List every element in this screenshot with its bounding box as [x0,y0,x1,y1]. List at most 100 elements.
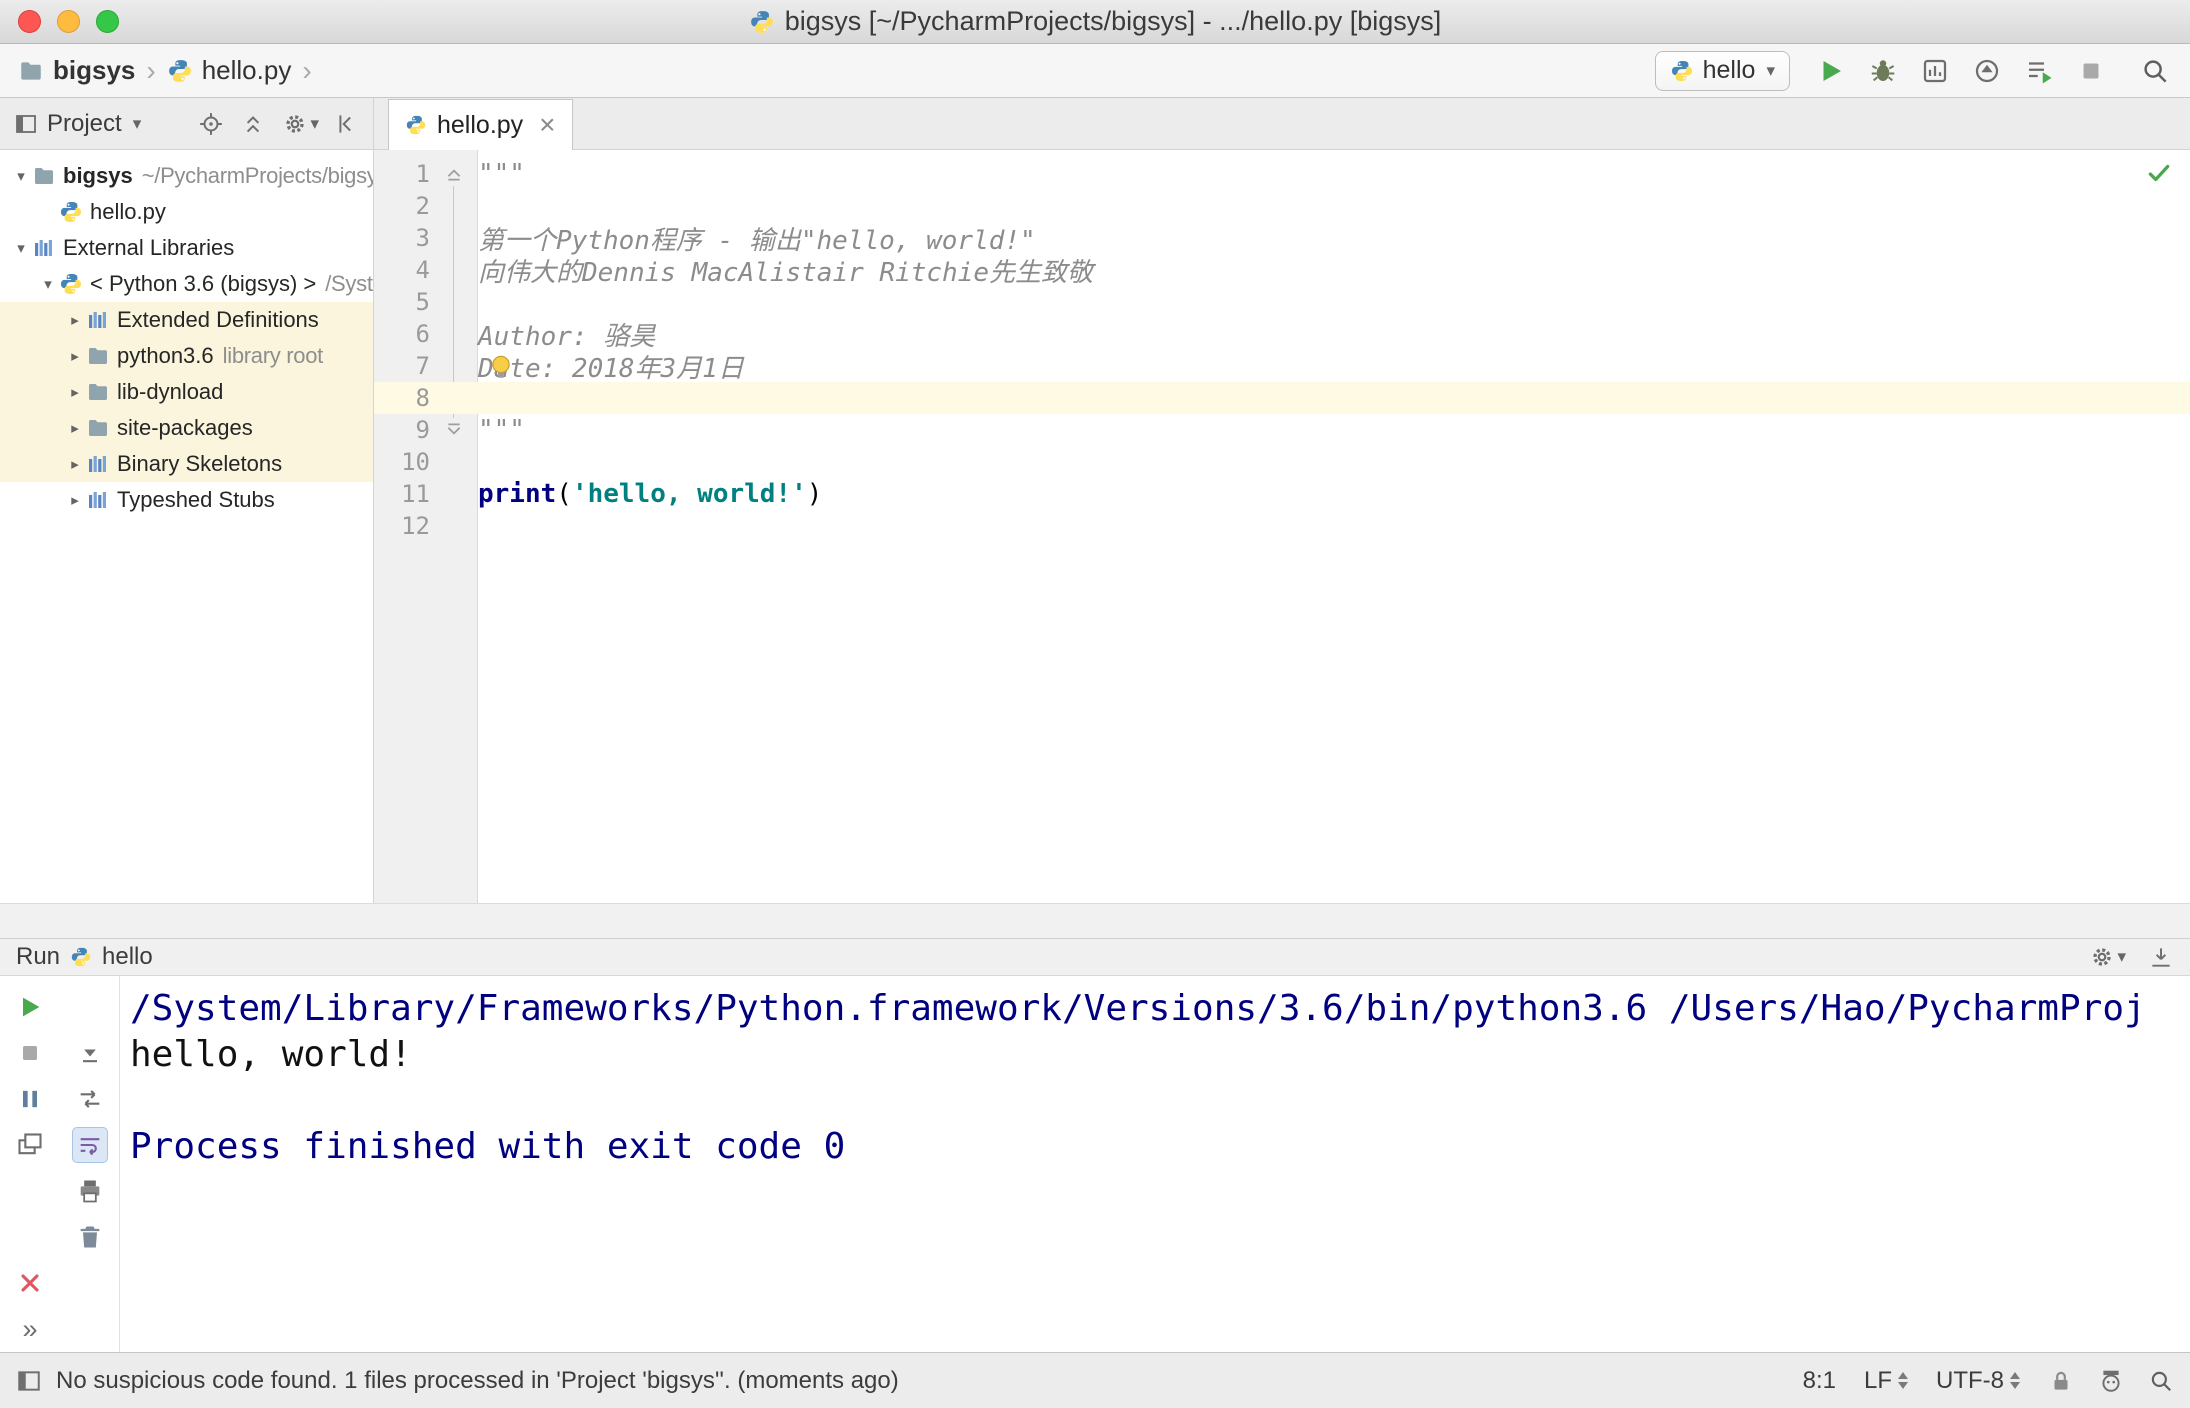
status-message[interactable]: No suspicious code found. 1 files proces… [56,1367,899,1395]
read-only-toggle-button[interactable] [2048,1368,2074,1394]
hector-icon [2098,1368,2124,1394]
tree-item-site-packages[interactable]: ▸ site-packages [0,410,373,446]
select-opened-file-button[interactable] [198,111,224,137]
console-output[interactable]: /System/Library/Frameworks/Python.framew… [120,976,2190,1352]
close-window-button[interactable] [18,10,41,33]
code-line-2[interactable]: 2 [374,190,2190,222]
code-token: """ [478,415,525,445]
code-line-3[interactable]: 3 第一个Python程序 - 输出"hello, world!" [374,222,2190,256]
print-console-button[interactable] [72,1173,108,1209]
more-actions-button[interactable]: » [12,1311,48,1347]
collapse-all-button[interactable] [240,111,266,137]
chevron-collapsed-icon[interactable]: ▸ [64,455,86,473]
restore-layout-button[interactable] [72,1081,108,1117]
debug-button[interactable] [1866,54,1900,88]
tree-item-typeshed-stubs[interactable]: ▸ Typeshed Stubs [0,482,373,518]
clear-all-button[interactable] [72,1219,108,1255]
tree-item-external-libraries[interactable]: ▾ External Libraries [0,230,373,266]
stop-button[interactable] [12,1035,48,1071]
dock-panel-button[interactable] [2148,944,2174,970]
zoom-window-button[interactable] [96,10,119,33]
show-console-button[interactable] [12,1127,48,1163]
breadcrumb-hello-py[interactable]: hello.py [167,55,291,86]
run-button[interactable] [1814,54,1848,88]
fold-bottom-icon[interactable] [445,421,463,439]
line-number: 10 [401,448,430,476]
rerun-button[interactable] [12,989,48,1025]
chevron-collapsed-icon[interactable]: ▸ [64,311,86,329]
stop-button[interactable] [2074,54,2108,88]
code-line-8[interactable]: 8 [374,382,2190,414]
concurrency-icon [2024,56,2054,86]
stop-icon [2076,56,2106,86]
project-panel-title[interactable]: Project [47,110,122,138]
line-number: 1 [415,160,430,188]
scroll-to-end-button[interactable] [72,1035,108,1071]
editor[interactable]: 1 """ 2 3 第一个Python程序 - 输出"hello, world!" 4 向伟… [374,150,2190,903]
profiler-button[interactable] [1970,54,2004,88]
zoom-button[interactable] [2148,1368,2174,1394]
code-line-12[interactable]: 12 [374,510,2190,542]
settings-button[interactable]: ▾ [282,111,319,137]
close-red-icon [16,1269,44,1297]
code-line-5[interactable]: 5 [374,286,2190,318]
tree-item-python3-6[interactable]: ▸ python3.6 library root [0,338,373,374]
folder-icon [32,164,56,188]
tree-item-bigsys[interactable]: ▾ bigsys ~/PycharmProjects/bigsys [0,158,373,194]
code-line-6[interactable]: 6 Author: 骆昊 [374,318,2190,352]
title-bar: bigsys [~/PycharmProjects/bigsys] - .../… [0,0,2190,44]
run-with-coverage-button[interactable] [1918,54,1952,88]
chevron-collapsed-icon[interactable]: ▸ [64,491,86,509]
tree-item-hello-py[interactable]: hello.py [0,194,373,230]
navbar-actions [1814,54,2172,88]
chevron-collapsed-icon[interactable]: ▸ [64,419,86,437]
intention-bulb-icon[interactable] [486,352,516,382]
stop-icon [16,1039,44,1067]
hide-panel-button[interactable] [335,111,361,137]
tab-hello-py[interactable]: hello.py × [388,99,573,150]
code-line-11[interactable]: 11 print('hello, world!') [374,478,2190,510]
code-line-10[interactable]: 10 [374,446,2190,478]
fold-top-icon[interactable] [445,165,463,183]
code-line-1[interactable]: 1 """ [374,158,2190,190]
chevron-expanded-icon[interactable]: ▾ [37,275,59,293]
chevron-collapsed-icon[interactable]: ▸ [64,347,86,365]
project-toolwindow-icon [14,112,38,136]
concurrency-diagram-button[interactable] [2022,54,2056,88]
scroll-down-icon [76,1039,104,1067]
code-line-4[interactable]: 4 向伟大的Dennis MacAlistair Ritchie先生致敬 [374,254,2190,288]
close-panel-button[interactable] [12,1265,48,1301]
close-tab-icon[interactable]: × [539,111,555,139]
run-toolwindow-header: Run hello ▾ [0,938,2190,976]
editor-scrollbar-strip[interactable] [0,903,2190,938]
code-text: """ [478,159,525,189]
encoding-selector[interactable]: UTF-8 [1936,1367,2020,1395]
chevron-collapsed-icon[interactable]: ▸ [64,383,86,401]
run-config-name[interactable]: hello [102,943,153,971]
toolwindow-toggle-button[interactable] [16,1368,42,1394]
breadcrumb-bigsys[interactable]: bigsys [18,55,135,86]
caret-position[interactable]: 8:1 [1803,1367,1836,1395]
search-everywhere-button[interactable] [2138,54,2172,88]
run-toolwindow-title[interactable]: Run [16,943,60,971]
soft-wrap-button[interactable] [72,1127,108,1163]
minimize-window-button[interactable] [57,10,80,33]
tree-item-label: hello.py [90,199,166,224]
code-line-9[interactable]: 9 """ [374,414,2190,446]
line-separator-selector[interactable]: LF [1864,1367,1908,1395]
tree-item-extended-definitions[interactable]: ▸ Extended Definitions [0,302,373,338]
tree-item-python-3-6-bigsys[interactable]: ▾ < Python 3.6 (bigsys) > /System [0,266,373,302]
code-line-7[interactable]: 7 Date: 2018年3月1日 [374,350,2190,384]
profiler-icon [1972,56,2002,86]
highlighting-level-button[interactable] [2098,1368,2124,1394]
console-line: /System/Library/Frameworks/Python.framew… [130,988,2146,1029]
chevron-down-icon[interactable]: ▾ [133,114,142,134]
chevron-expanded-icon[interactable]: ▾ [10,239,32,257]
chevron-expanded-icon[interactable]: ▾ [10,167,32,185]
pause-output-button[interactable] [12,1081,48,1117]
pause-icon [16,1085,44,1113]
run-config-selector[interactable]: hello ▾ [1654,50,1790,91]
tree-item-binary-skeletons[interactable]: ▸ Binary Skeletons [0,446,373,482]
tree-item-lib-dynload[interactable]: ▸ lib-dynload [0,374,373,410]
settings-button[interactable]: ▾ [2089,944,2126,970]
